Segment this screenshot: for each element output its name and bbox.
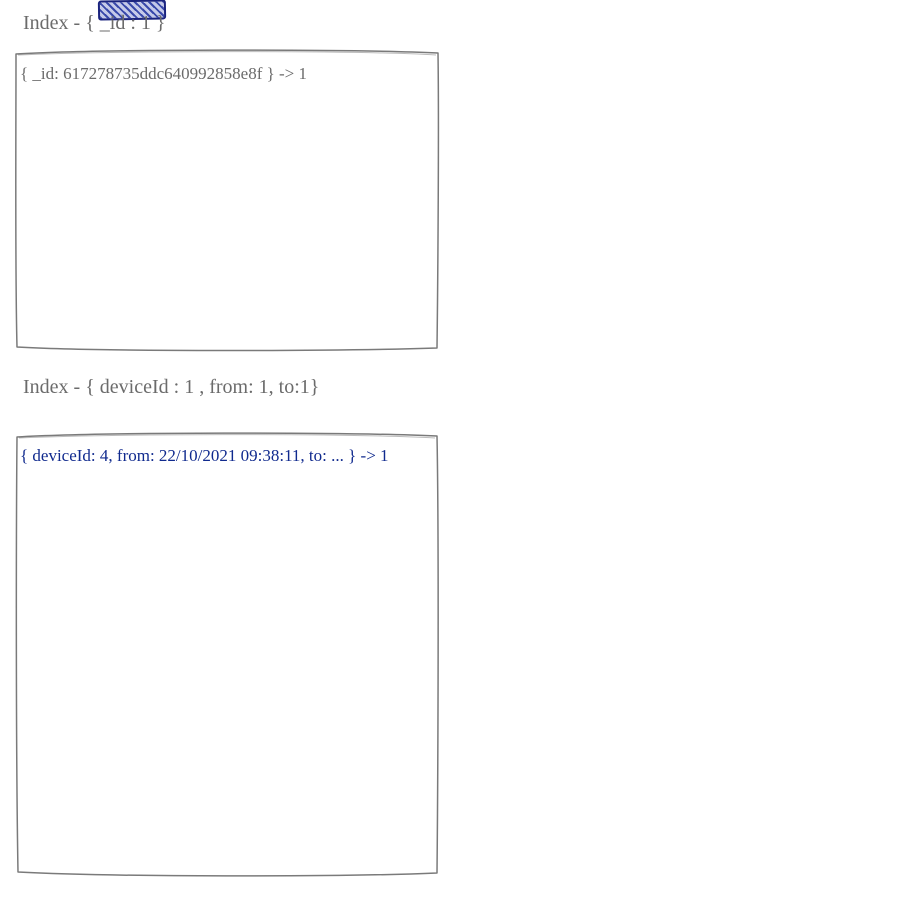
index-id-entry: { _id: 617278735ddc640992858e8f } -> 1 bbox=[20, 64, 434, 84]
index-id-label: Index - { _id : 1 } bbox=[23, 12, 166, 35]
index-id-box: { _id: 617278735ddc640992858e8f } -> 1 bbox=[14, 48, 440, 352]
index-compound-box: { deviceId: 4, from: 22/10/2021 09:38:11… bbox=[14, 430, 440, 878]
diagram-stage: Index - { _id : 1 } { _id: 617278735ddc6… bbox=[0, 0, 900, 900]
index-compound-label: Index - { deviceId : 1 , from: 1, to:1} bbox=[23, 376, 319, 399]
index-compound-entry: { deviceId: 4, from: 22/10/2021 09:38:11… bbox=[20, 446, 434, 466]
